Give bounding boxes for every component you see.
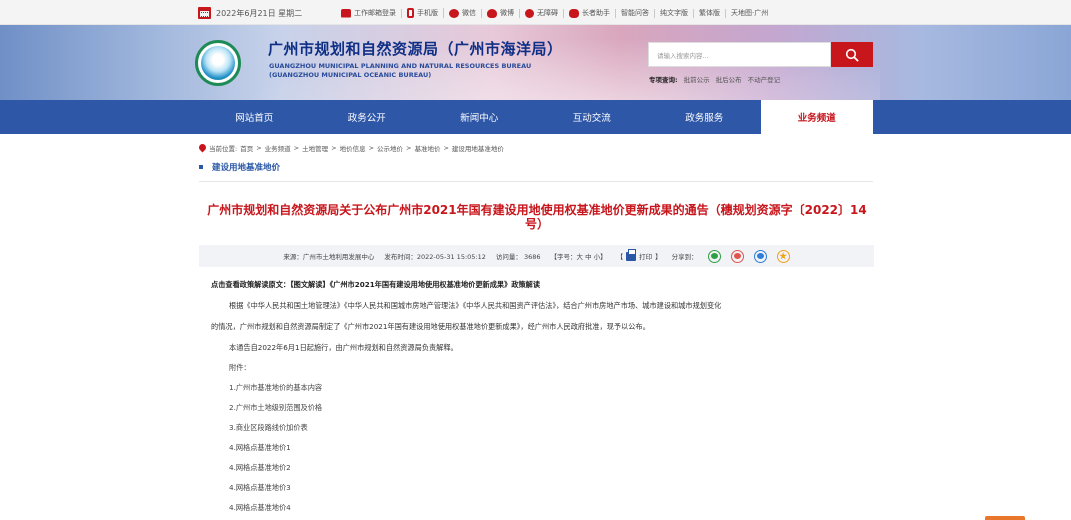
- font-size-control[interactable]: 【字号：大 中 小】: [551, 251, 607, 261]
- article-visits: 访问量： 3686: [495, 253, 541, 261]
- site-subtitle-en: (GUANGZHOU MUNICIPAL OCEANIC BUREAU): [269, 71, 432, 79]
- attachments-label: 附件：: [229, 363, 251, 372]
- special-query-label: 专项查询:: [649, 76, 678, 84]
- link-elder-assistant[interactable]: 长者助手: [564, 8, 616, 18]
- share-wechat-icon[interactable]: [707, 249, 721, 263]
- printer-icon: [626, 248, 637, 261]
- nav-interaction[interactable]: 互动交流: [536, 100, 649, 134]
- attachment-link[interactable]: 4.网格点基准地价1: [229, 443, 291, 453]
- share-weibo-icon[interactable]: [730, 249, 744, 263]
- search-icon: [845, 48, 859, 62]
- print-button[interactable]: 【 打印 】: [617, 248, 662, 261]
- link-weibo[interactable]: 微博: [482, 8, 520, 18]
- link-property-registration[interactable]: 不动产登记: [748, 74, 781, 84]
- wechat-icon: [449, 8, 459, 18]
- link-text-only[interactable]: 纯文字版: [655, 8, 694, 18]
- article-title: 广州市规划和自然资源局关于公布广州市2021年国有建设用地使用权基准地价更新成果…: [207, 203, 867, 231]
- bureau-logo[interactable]: [195, 40, 241, 86]
- breadcrumb-home[interactable]: 首页: [240, 143, 253, 153]
- link-accessibility[interactable]: 无障碍: [520, 8, 564, 18]
- link-mobile[interactable]: 手机版: [402, 8, 444, 18]
- location-pin-icon: [199, 144, 206, 153]
- share-favorite-icon[interactable]: [776, 249, 790, 263]
- calendar-icon: [198, 7, 211, 19]
- nav-services[interactable]: 政务服务: [648, 100, 761, 134]
- floating-widget-edge[interactable]: [985, 516, 1025, 520]
- search-button[interactable]: [831, 42, 873, 67]
- article-publish-time: 发布时间：2022-05-31 15:05:12: [384, 253, 486, 261]
- paragraph-1-line-2: 的情况，广州市规划和自然资源局制定了《广州市2021年国有建设用地使用权基准地价…: [211, 322, 650, 331]
- breadcrumb-business[interactable]: 业务频道: [265, 143, 291, 153]
- paragraph-2: 本通告自2022年6月1日起施行，由广州市规划和自然资源局负责解释。: [229, 343, 458, 352]
- top-utility-bar: 2022年6月21日 星期二 工作邮箱登录 手机版 微信 微博 无障碍 长者助手…: [0, 0, 1071, 25]
- attachment-link[interactable]: 4.网格点基准地价3: [229, 483, 291, 493]
- breadcrumb-base-price[interactable]: 基准地价: [414, 143, 440, 153]
- breadcrumb-current[interactable]: 建设用地基准地价: [452, 143, 504, 153]
- date-display: 2022年6月21日 星期二: [198, 6, 302, 20]
- article-source: 来源：广州市土地利用发展中心: [283, 253, 375, 261]
- link-map[interactable]: 天地图·广州: [726, 9, 773, 18]
- site-title-en: GUANGZHOU MUNICIPAL PLANNING AND NATURAL…: [269, 62, 532, 70]
- search-input[interactable]: 请输入搜索内容...: [648, 42, 831, 67]
- article-meta: 来源：广州市土地利用发展中心 发布时间：2022-05-31 15:05:12 …: [199, 245, 874, 267]
- share-qq-icon[interactable]: [753, 249, 767, 263]
- nav-business[interactable]: 业务频道: [760, 100, 873, 134]
- link-work-email[interactable]: 工作邮箱登录: [336, 8, 402, 18]
- attachment-link[interactable]: 1.广州市基准地价的基本内容: [229, 383, 322, 393]
- policy-interpretation-link[interactable]: 点击查看政策解读原文：【图文解读】《广州市2021年国有建设用地使用权基准地价更…: [211, 280, 540, 290]
- accessibility-icon: [525, 8, 534, 18]
- section-heading: 建设用地基准地价: [199, 161, 280, 173]
- section-heading-text: 建设用地基准地价: [212, 163, 281, 173]
- link-pre-approval[interactable]: 批前公示: [684, 74, 710, 84]
- mobile-icon: [407, 8, 414, 18]
- link-wechat[interactable]: 微信: [444, 8, 482, 18]
- date-text: 2022年6月21日 星期二: [216, 8, 303, 18]
- nav-gov-affairs[interactable]: 政务公开: [311, 100, 424, 134]
- breadcrumb-prefix: 当前位置:: [209, 145, 238, 153]
- weibo-icon: [487, 8, 497, 18]
- breadcrumb-public-price[interactable]: 公示地价: [377, 143, 403, 153]
- header-banner: 广州市规划和自然资源局（广州市海洋局） GUANGZHOU MUNICIPAL …: [0, 25, 1071, 100]
- attachment-link[interactable]: 2.广州市土地级别范围及价格: [229, 403, 322, 413]
- attachment-link[interactable]: 3.商业区段路线价加价表: [229, 423, 308, 433]
- emblem-icon: [201, 46, 235, 80]
- nav-news[interactable]: 新闻中心: [423, 100, 536, 134]
- special-query: 专项查询: 批前公示 批后公布 不动产登记: [649, 74, 780, 84]
- mail-icon: [341, 8, 351, 18]
- attachment-link[interactable]: 4.网格点基准地价2: [229, 463, 291, 473]
- attachment-link[interactable]: 4.网格点基准地价4: [229, 503, 291, 513]
- share-label: 分享到：: [671, 253, 698, 261]
- link-traditional[interactable]: 繁体版: [694, 8, 726, 18]
- divider: [199, 181, 873, 182]
- link-smart-qa[interactable]: 智能问答: [616, 8, 655, 18]
- link-post-approval[interactable]: 批后公布: [716, 74, 742, 84]
- breadcrumb-land[interactable]: 土地管理: [302, 143, 328, 153]
- nav-home[interactable]: 网站首页: [198, 100, 311, 134]
- site-title-cn: 广州市规划和自然资源局（广州市海洋局）: [268, 40, 563, 58]
- breadcrumb: 当前位置: 首页 > 业务频道 > 土地管理 > 地价信息 > 公示地价 > 基准地价 > …: [199, 143, 504, 153]
- main-nav: 网站首页 政务公开 新闻中心 互动交流 政务服务 业务频道: [0, 100, 1071, 134]
- breadcrumb-land-price[interactable]: 地价信息: [340, 143, 366, 153]
- paragraph-1-line-1: 根据《中华人民共和国土地管理法》《中华人民共和国城市房地产管理法》《中华人民共和…: [229, 301, 722, 310]
- elder-icon: [569, 8, 579, 18]
- bullet-icon: [199, 165, 203, 169]
- utility-links: 工作邮箱登录 手机版 微信 微博 无障碍 长者助手 智能问答 纯文字版 繁体版 …: [336, 6, 773, 20]
